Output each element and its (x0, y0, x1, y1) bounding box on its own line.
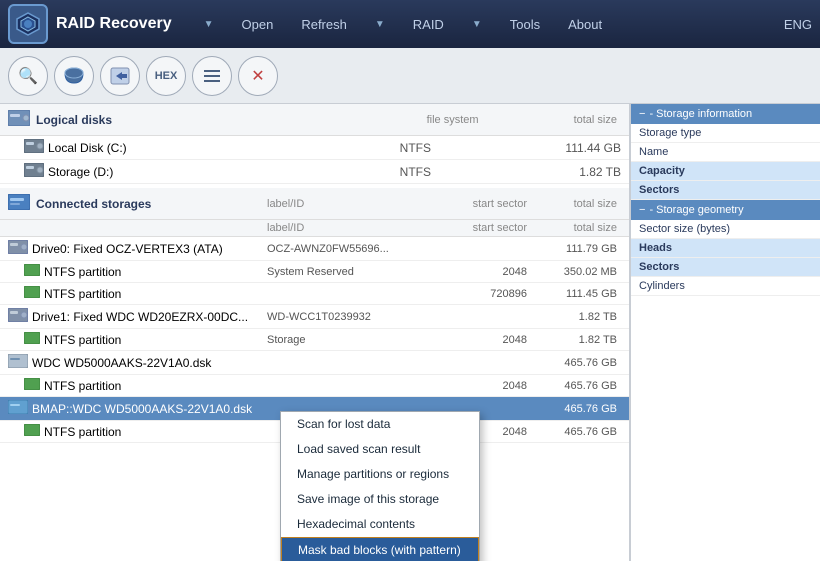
logical-disks-label: Logical disks (36, 113, 112, 127)
storage-type-row: Storage type (631, 124, 820, 143)
hex-button[interactable]: HEX (146, 56, 186, 96)
partition2-icon (24, 286, 40, 301)
ctx-load[interactable]: Load saved scan result (281, 437, 479, 462)
sectors-row: Sectors (631, 258, 820, 277)
drive1-icon (8, 308, 28, 325)
drive1-row[interactable]: Drive1: Fixed WDC WD20EZRX-00DC... WD-WC… (0, 305, 629, 329)
menu-arrow3[interactable]: ▼ (460, 13, 494, 36)
menu-refresh[interactable]: Refresh (289, 11, 359, 38)
menu-arrow1[interactable]: ▼ (192, 13, 226, 36)
search-button[interactable]: 🔍 (8, 56, 48, 96)
list-button[interactable] (192, 56, 232, 96)
storage-sectors-row: Sectors (631, 181, 820, 200)
logical-disks-icon (8, 110, 30, 129)
right-panel: − - Storage information Storage type Nam… (630, 104, 820, 561)
connected-storages-header: Connected storages label/ID start sector… (0, 188, 629, 220)
geometry-collapse-icon[interactable]: − (639, 204, 645, 216)
connected-storages-label: Connected storages (36, 197, 151, 211)
sector-size-row: Sector size (bytes) (631, 220, 820, 239)
storage-d-name: Storage (D:) (24, 163, 331, 180)
local-disk-c-row[interactable]: Local Disk (C:) NTFS 111.44 GB (0, 136, 629, 160)
ctx-scan[interactable]: Scan for lost data (281, 412, 479, 437)
connected-storages-icon (8, 194, 30, 213)
menu-about[interactable]: About (556, 11, 614, 38)
main-content: Logical disks file system total size Loc… (0, 104, 820, 561)
menu-arrow2[interactable]: ▼ (363, 13, 397, 36)
storage-col-headers: label/ID start sector total size (0, 220, 629, 237)
logical-disks-header: Logical disks file system total size (0, 104, 629, 136)
storage-info-header: − - Storage information (631, 104, 820, 124)
ntfs-partition-2-row[interactable]: NTFS partition 720896 111.45 GB (0, 283, 629, 305)
partition5-icon (24, 424, 40, 439)
ctx-hex[interactable]: Hexadecimal contents (281, 512, 479, 537)
menu-tools[interactable]: Tools (498, 11, 552, 38)
context-menu: Scan for lost data Load saved scan resul… (280, 411, 480, 561)
hdd-icon (24, 139, 44, 156)
toolbar: 🔍 HEX ✕ (0, 48, 820, 104)
storage-info-label: - Storage information (649, 108, 752, 120)
col-start-sector: start sector (427, 198, 527, 210)
titlebar: RAID Recovery ▼ Open Refresh ▼ RAID ▼ To… (0, 0, 820, 48)
partition4-icon (24, 378, 40, 393)
heads-row: Heads (631, 239, 820, 258)
partition1-icon (24, 264, 40, 279)
storage-capacity-row: Capacity (631, 162, 820, 181)
disk-info-button[interactable] (54, 56, 94, 96)
hdd-icon-2 (24, 163, 44, 180)
col-total-size: total size (527, 198, 617, 210)
logical-disks-size-col: total size (574, 114, 617, 126)
partition3-icon (24, 332, 40, 347)
col-label-id: label/ID (267, 198, 427, 210)
dsk-icon (8, 354, 28, 371)
ntfs-partition-3-row[interactable]: NTFS partition Storage 2048 1.82 TB (0, 329, 629, 351)
menu-raid[interactable]: RAID (401, 11, 456, 38)
storage-info-collapse-icon[interactable]: − (639, 108, 645, 120)
cylinders-row: Cylinders (631, 277, 820, 296)
storage-d-row[interactable]: Storage (D:) NTFS 1.82 TB (0, 160, 629, 184)
menu-bar: ▼ Open Refresh ▼ RAID ▼ Tools About (192, 11, 784, 38)
close-button[interactable]: ✕ (238, 56, 278, 96)
drive0-row[interactable]: Drive0: Fixed OCZ-VERTEX3 (ATA) OCZ-AWNZ… (0, 237, 629, 261)
ctx-save[interactable]: Save image of this storage (281, 487, 479, 512)
ctx-mask[interactable]: Mask bad blocks (with pattern) (281, 537, 479, 561)
bmap-icon (8, 400, 28, 417)
app-title: RAID Recovery (56, 15, 172, 33)
app-logo (8, 4, 48, 44)
menu-open[interactable]: Open (230, 11, 286, 38)
drive0-icon (8, 240, 28, 257)
back-button[interactable] (100, 56, 140, 96)
ctx-manage[interactable]: Manage partitions or regions (281, 462, 479, 487)
ntfs-partition-1-row[interactable]: NTFS partition System Reserved 2048 350.… (0, 261, 629, 283)
left-panel: Logical disks file system total size Loc… (0, 104, 630, 561)
local-disk-c-name: Local Disk (C:) (24, 139, 331, 156)
ntfs-partition-4-row[interactable]: NTFS partition 2048 465.76 GB (0, 375, 629, 397)
storage-geometry-header: − - Storage geometry (631, 200, 820, 220)
storage-name-row: Name (631, 143, 820, 162)
wdc-dsk-row[interactable]: WDC WD5000AAKS-22V1A0.dsk 465.76 GB (0, 351, 629, 375)
language-selector[interactable]: ENG (784, 17, 812, 32)
storage-geometry-label: - Storage geometry (649, 204, 743, 216)
logical-disks-fs-col: file system (427, 114, 479, 126)
